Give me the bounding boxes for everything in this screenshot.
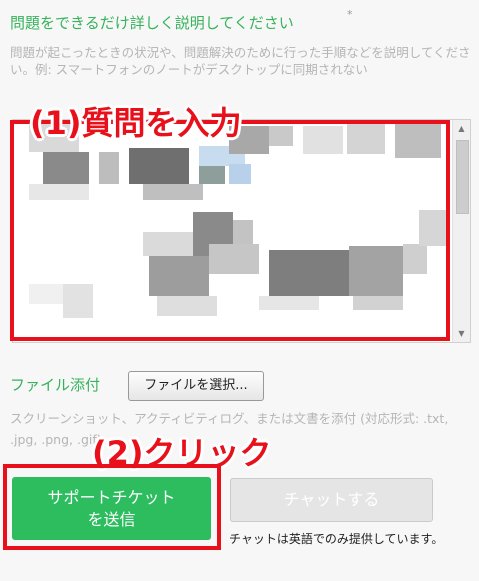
question-hint: 問題が起こったときの状況や、問題解決のために行った手順などを説明してください。例…: [10, 45, 471, 77]
question-title: 問題をできるだけ詳しく説明してください *: [10, 8, 353, 33]
scroll-down-arrow-icon[interactable]: ▼: [453, 325, 470, 342]
chat-button[interactable]: チャットする: [230, 478, 433, 522]
submit-ticket-button[interactable]: サポートチケット を送信: [12, 477, 211, 540]
chat-note: チャットは英語でのみ提供しています。: [229, 532, 444, 546]
scroll-up-arrow-icon[interactable]: ▲: [453, 120, 470, 137]
required-mark: *: [347, 8, 353, 21]
submit-ticket-label: サポートチケット を送信: [47, 487, 176, 529]
textarea-scrollbar[interactable]: ▲ ▼: [452, 120, 470, 342]
attachment-label: ファイル添付: [10, 376, 101, 394]
annotation-step1: (1)質問を入力: [30, 104, 242, 142]
choose-file-button[interactable]: ファイルを選択...: [128, 371, 264, 401]
question-title-text: 問題をできるだけ詳しく説明してください: [10, 14, 294, 32]
scroll-thumb[interactable]: [456, 140, 469, 214]
highlight-box-question: [10, 120, 450, 341]
